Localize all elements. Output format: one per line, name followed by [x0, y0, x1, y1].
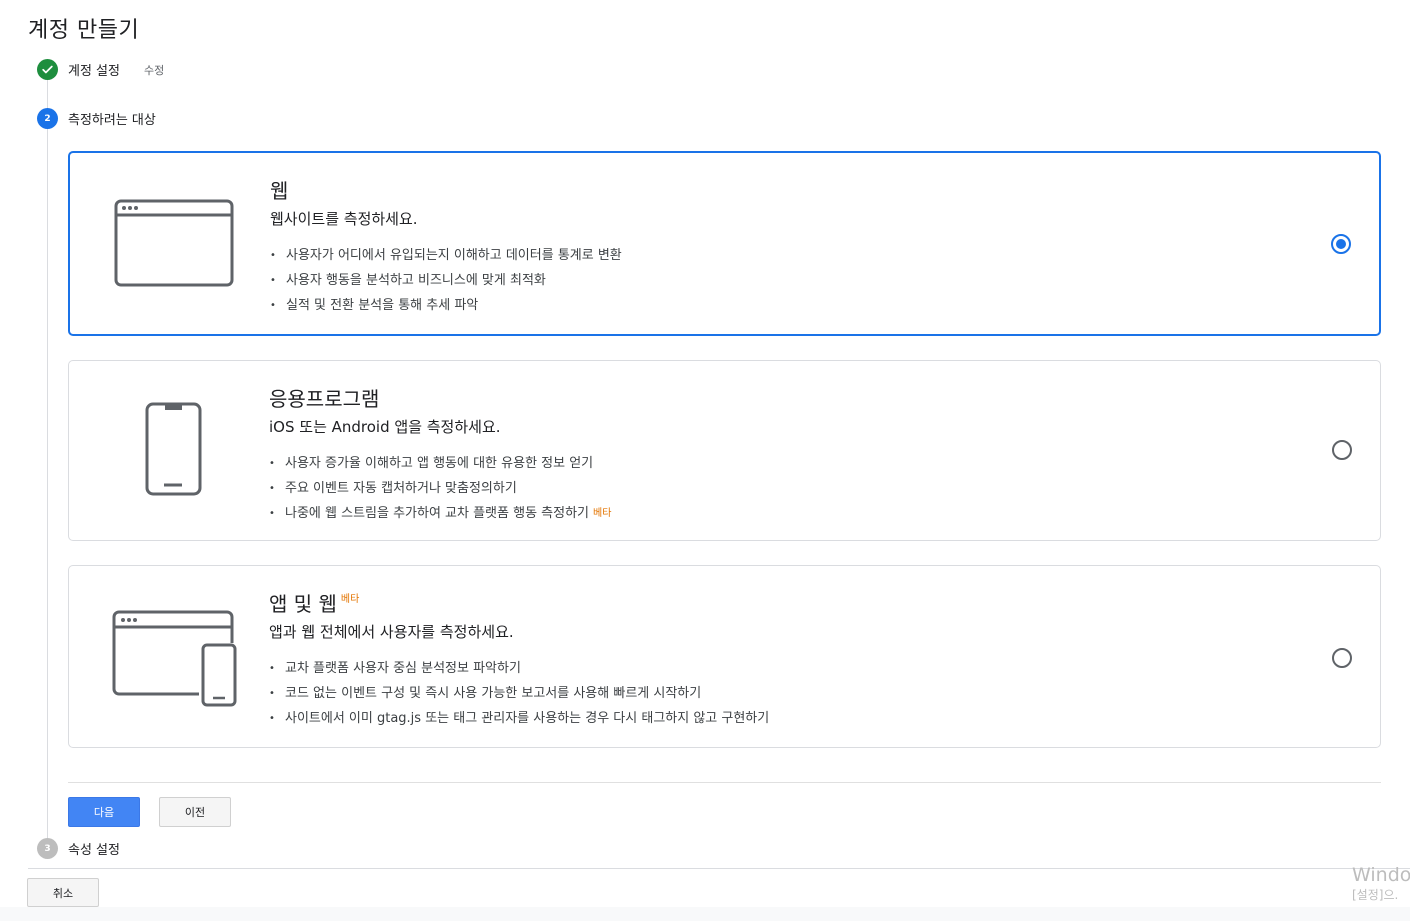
cancel-button[interactable]: 취소 — [27, 878, 99, 907]
beta-badge: 베타 — [340, 594, 360, 605]
radio-web[interactable] — [1331, 234, 1351, 254]
bottom-divider — [28, 868, 1410, 869]
previous-button[interactable]: 이전 — [159, 797, 231, 827]
step-number: 3 — [37, 838, 58, 859]
option-card-web[interactable]: 웹 웹사이트를 측정하세요. 사용자가 어디에서 유입되는지 이해하고 데이터를… — [68, 151, 1381, 336]
option-bullets: 교차 플랫폼 사용자 중심 분석정보 파악하기 코드 없는 이벤트 구성 및 즉… — [269, 656, 769, 731]
option-subtitle: iOS 또는 Android 앱을 측정하세요. — [269, 418, 501, 436]
option-title: 응용프로그램 — [269, 387, 380, 411]
stepper-line — [47, 80, 48, 844]
list-item-text: 나중에 웹 스트림을 추가하여 교차 플랫폼 행동 측정하기 — [285, 506, 590, 521]
radio-app-web[interactable] — [1332, 648, 1352, 668]
step-measure-target: 2 측정하려는 대상 — [37, 108, 156, 129]
list-item: 코드 없는 이벤트 구성 및 즉시 사용 가능한 보고서를 사용해 빠르게 시작… — [269, 681, 769, 706]
edit-link[interactable]: 수정 — [144, 62, 164, 78]
page-title: 계정 만들기 — [28, 18, 140, 43]
beta-badge: 베타 — [593, 508, 612, 519]
watermark-line: Windo — [1352, 864, 1410, 886]
divider — [68, 782, 1381, 783]
browser-window-icon — [110, 197, 234, 293]
step-label: 계정 설정 — [68, 64, 120, 79]
option-title: 웹 — [270, 179, 289, 203]
list-item: 주요 이벤트 자동 캡처하거나 맞춤정의하기 — [269, 476, 611, 501]
list-item: 교차 플랫폼 사용자 중심 분석정보 파악하기 — [269, 656, 769, 681]
step-account-settings: 계정 설정 수정 — [37, 59, 164, 80]
option-bullets: 사용자 증가율 이해하고 앱 행동에 대한 유용한 정보 얻기 주요 이벤트 자… — [269, 451, 611, 526]
windows-activation-watermark: Windo [설정]으. — [1352, 864, 1410, 904]
option-subtitle: 앱과 웹 전체에서 사용자를 측정하세요. — [269, 623, 514, 641]
step-number: 2 — [37, 108, 58, 129]
check-icon — [37, 59, 58, 80]
watermark-line: [설정]으. — [1352, 888, 1399, 902]
option-bullets: 사용자가 어디에서 유입되는지 이해하고 데이터를 통계로 변환 사용자 행동을… — [270, 243, 622, 318]
step-property-settings: 3 속성 설정 — [37, 838, 120, 859]
option-card-app[interactable]: 응용프로그램 iOS 또는 Android 앱을 측정하세요. 사용자 증가율 … — [68, 360, 1381, 541]
next-button[interactable]: 다음 — [68, 797, 140, 827]
list-item: 나중에 웹 스트림을 추가하여 교차 플랫폼 행동 측정하기베타 — [269, 501, 611, 526]
browser-and-phone-icon — [109, 610, 241, 714]
list-item: 사용자가 어디에서 유입되는지 이해하고 데이터를 통계로 변환 — [270, 243, 622, 268]
list-item: 사용자 증가율 이해하고 앱 행동에 대한 유용한 정보 얻기 — [269, 451, 611, 476]
list-item: 사용자 행동을 분석하고 비즈니스에 맞게 최적화 — [270, 268, 622, 293]
radio-app[interactable] — [1332, 440, 1352, 460]
list-item: 실적 및 전환 분석을 통해 추세 파악 — [270, 293, 622, 318]
list-item: 사이트에서 이미 gtag.js 또는 태그 관리자를 사용하는 경우 다시 태… — [269, 706, 769, 731]
option-subtitle: 웹사이트를 측정하세요. — [270, 210, 418, 228]
step-label: 속성 설정 — [68, 843, 120, 858]
step-label: 측정하려는 대상 — [68, 113, 156, 128]
option-card-app-web[interactable]: 앱 및 웹베타 앱과 웹 전체에서 사용자를 측정하세요. 교차 플랫폼 사용자… — [68, 565, 1381, 748]
footer-strip — [0, 907, 1410, 921]
smartphone-icon — [143, 401, 203, 501]
option-title: 앱 및 웹 — [269, 592, 337, 616]
